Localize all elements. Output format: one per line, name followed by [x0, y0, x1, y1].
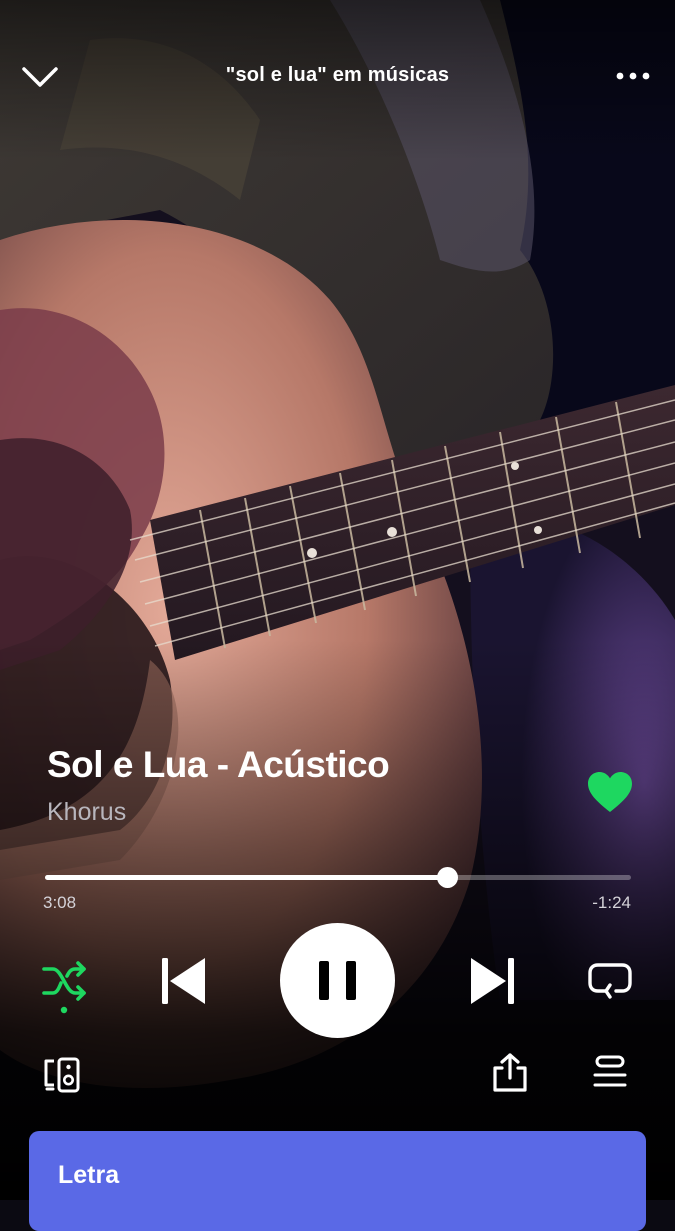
- lyrics-label: Letra: [58, 1161, 120, 1189]
- connect-devices-icon[interactable]: [42, 1056, 82, 1094]
- lyrics-card[interactable]: Letra: [29, 1131, 646, 1231]
- track-title[interactable]: Sol e Lua - Acústico: [47, 744, 390, 786]
- elapsed-time: 3:08: [43, 893, 77, 912]
- heart-icon[interactable]: [586, 770, 634, 814]
- progress-slider[interactable]: [45, 867, 631, 888]
- playing-context-title: "sol e lua" em músicas: [225, 64, 450, 86]
- pause-button[interactable]: [280, 923, 395, 1038]
- chevron-down-icon[interactable]: [20, 60, 60, 94]
- skip-next-icon[interactable]: [466, 955, 518, 1007]
- player-header: "sol e lua" em músicas: [0, 48, 675, 108]
- queue-icon[interactable]: [591, 1054, 629, 1090]
- artist-name[interactable]: Khorus: [47, 798, 126, 827]
- repeat-icon[interactable]: [586, 958, 634, 1004]
- remaining-time: -1:24: [592, 893, 631, 912]
- shuffle-icon[interactable]: [40, 960, 90, 1016]
- share-icon[interactable]: [490, 1052, 530, 1094]
- skip-previous-icon[interactable]: [158, 955, 210, 1007]
- pause-icon: [319, 961, 356, 1000]
- more-horizontal-icon[interactable]: [613, 62, 653, 90]
- progress-handle[interactable]: [436, 867, 458, 888]
- progress-fill: [45, 875, 447, 880]
